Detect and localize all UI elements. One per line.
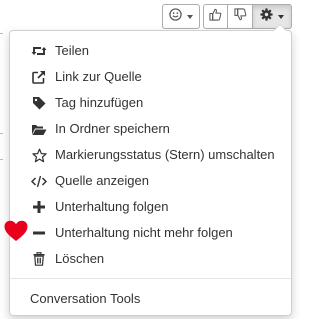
menu-item-share[interactable]: Teilen bbox=[10, 40, 291, 62]
folder-open-icon bbox=[31, 121, 47, 137]
menu-item-save-to-folder[interactable]: In Ordner speichern bbox=[10, 118, 291, 140]
menu-item-label: Markierungsstatus (Stern) umschalten bbox=[55, 147, 275, 162]
smiley-icon bbox=[169, 7, 182, 26]
menu-item-label: Löschen bbox=[55, 251, 105, 266]
menu-item-label: Teilen bbox=[55, 43, 89, 58]
gear-icon bbox=[260, 7, 273, 26]
menu-item-follow-conversation[interactable]: Unterhaltung folgen bbox=[10, 196, 291, 218]
tag-icon bbox=[31, 95, 47, 111]
menu-item-unfollow-conversation[interactable]: Unterhaltung nicht mehr folgen bbox=[10, 222, 291, 244]
emoji-reaction-button[interactable] bbox=[162, 4, 200, 29]
star-icon bbox=[31, 147, 47, 163]
menu-item-delete[interactable]: Löschen bbox=[10, 248, 291, 270]
thumbs-down-icon bbox=[233, 7, 247, 26]
thumbs-up-icon bbox=[209, 8, 222, 26]
trash-icon bbox=[31, 251, 47, 267]
menu-item-label: In Ordner speichern bbox=[55, 121, 170, 136]
chevron-down-icon bbox=[278, 14, 284, 19]
menu-item-view-source[interactable]: Quelle anzeigen bbox=[10, 170, 291, 192]
conversation-tools-heading[interactable]: Conversation Tools bbox=[30, 288, 140, 310]
dislike-button[interactable] bbox=[228, 4, 253, 29]
menu-item-toggle-star[interactable]: Markierungsstatus (Stern) umschalten bbox=[10, 144, 291, 166]
like-button[interactable] bbox=[203, 4, 228, 29]
menu-item-add-tag[interactable]: Tag hinzufügen bbox=[10, 92, 291, 114]
background-page-edge bbox=[0, 0, 3, 319]
plus-icon bbox=[31, 199, 47, 215]
settings-dropdown-menu: Teilen Link zur Quelle Tag hinzufügen In… bbox=[9, 24, 292, 316]
external-link-icon bbox=[31, 69, 47, 85]
menu-item-label: Unterhaltung nicht mehr folgen bbox=[55, 225, 233, 240]
dropdown-pointer bbox=[273, 24, 287, 31]
retweet-icon bbox=[31, 43, 47, 59]
menu-item-label: Link zur Quelle bbox=[55, 69, 142, 84]
menu-item-source-link[interactable]: Link zur Quelle bbox=[10, 66, 291, 88]
heart-icon bbox=[4, 220, 28, 242]
menu-item-label: Tag hinzufügen bbox=[55, 95, 144, 110]
minus-icon bbox=[31, 225, 47, 241]
menu-item-label: Quelle anzeigen bbox=[55, 173, 149, 188]
chevron-down-icon bbox=[187, 14, 193, 19]
menu-item-label: Unterhaltung folgen bbox=[55, 199, 169, 214]
menu-divider bbox=[10, 278, 291, 279]
code-icon bbox=[31, 173, 47, 189]
